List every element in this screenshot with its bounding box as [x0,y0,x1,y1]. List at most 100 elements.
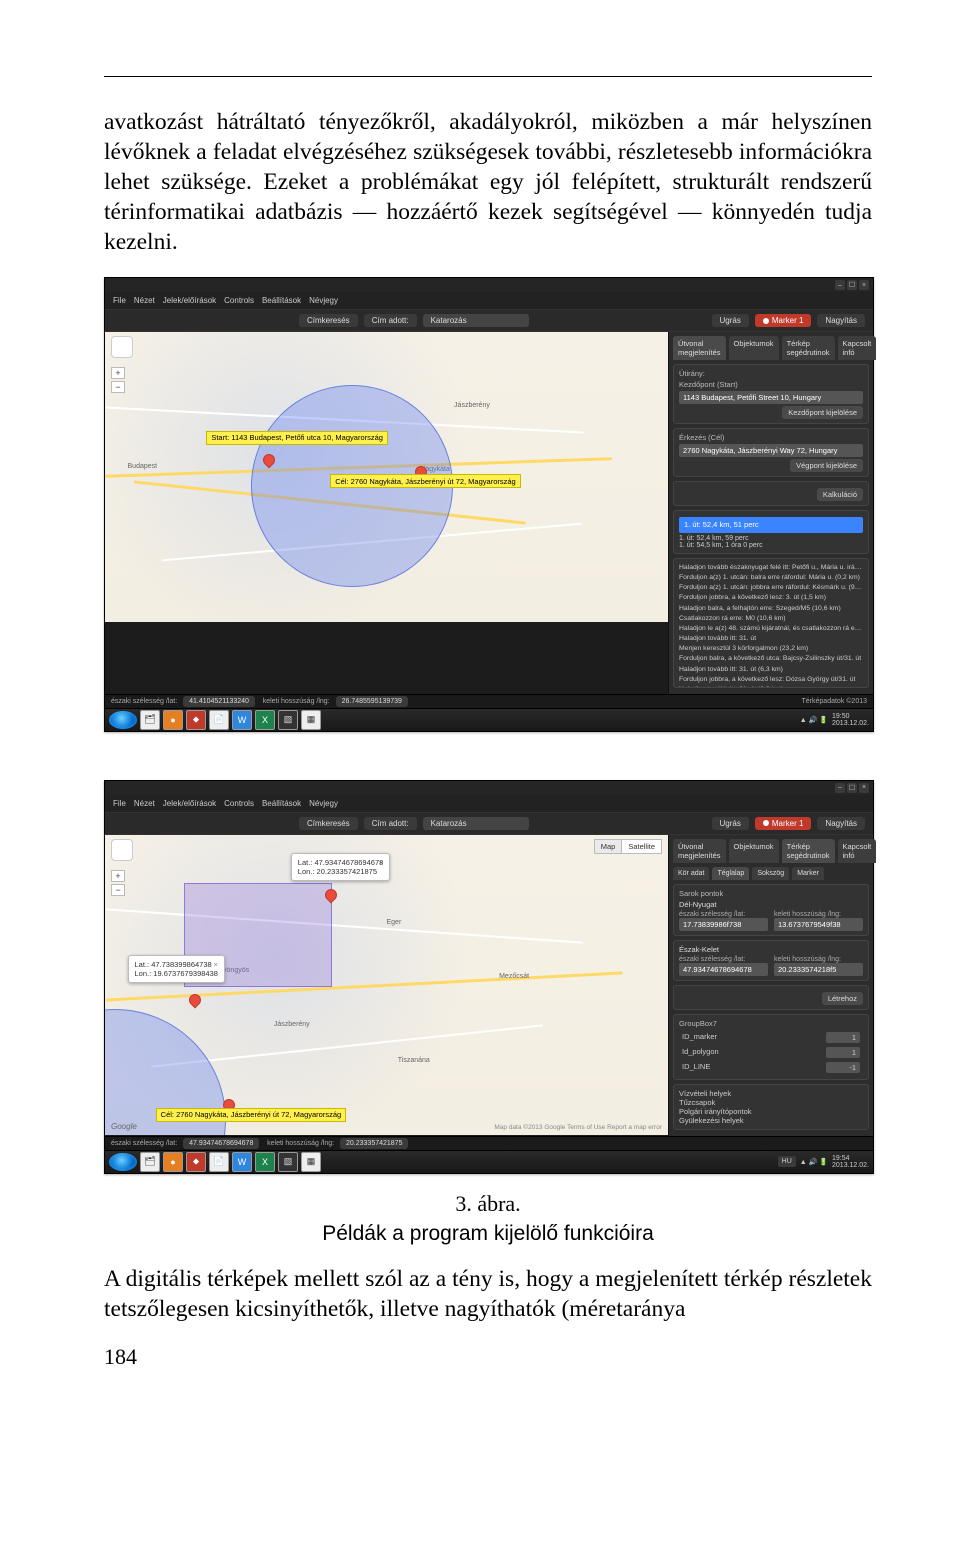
map-canvas[interactable]: Map Satellite + − Eger Gyöngyös Mezőcsát… [105,835,668,1135]
task-explorer-icon[interactable]: 🗂 [140,710,160,730]
direction-step: Forduljon jobbra, a következő lesz: Dózs… [679,675,863,685]
maximize-button[interactable]: ☐ [847,783,857,793]
zoom-out-button[interactable]: − [111,884,125,896]
address-search-input[interactable]: Katarozás [423,314,529,327]
sw-lat-input[interactable]: 17.73839986f738 [679,918,768,931]
subtab-rect[interactable]: Téglalap [712,867,749,880]
pick-end-button[interactable]: Végpont kijelölése [790,459,863,472]
zoom-in-button[interactable]: + [111,367,125,379]
menu-about[interactable]: Névjegy [309,799,338,808]
ne-lng-input[interactable]: 20.2333574218f5 [774,963,863,976]
titlebar: – ☐ × [105,278,873,292]
id-marker-value[interactable]: 1 [826,1032,860,1043]
side-panel: Útvonal megjelenítés Objektumok Térkép s… [668,835,873,1136]
close-button[interactable]: × [859,783,869,793]
layer-item[interactable]: Polgári irányítópontok [679,1107,863,1116]
task-explorer-icon[interactable]: 🗂 [140,1152,160,1172]
task-word-icon[interactable]: W [232,710,252,730]
task-chrome-icon[interactable]: ● [163,710,183,730]
directions-list[interactable]: Haladjon tovább északnyugat felé itt: Pe… [673,558,869,688]
tab-helpers[interactable]: Térkép segédrutinok [782,839,835,863]
layer-item[interactable]: Tűzcsapok [679,1098,863,1107]
task-excel-icon[interactable]: X [255,1152,275,1172]
alt-routes: 1. út: 52,4 km, 59 perc 1. út: 54,5 km, … [679,535,863,549]
task-excel-icon[interactable]: X [255,710,275,730]
start-orb[interactable] [109,711,137,729]
layer-item[interactable]: Gyülekezési helyek [679,1116,863,1125]
address-search-input[interactable]: Katarozás [423,817,529,830]
id-line-value[interactable]: -1 [826,1062,860,1073]
direction-step: Haladjon tovább itt: 31. út (2,2 km) [679,685,863,688]
menu-about[interactable]: Névjegy [309,296,338,305]
tab-objects[interactable]: Objektumok [729,336,779,360]
streetview-icon[interactable] [111,839,133,861]
tab-objects[interactable]: Objektumok [729,839,779,863]
start-orb[interactable] [109,1153,137,1171]
tray-icons[interactable]: ▲ 🔊 🔋 [800,1158,828,1166]
tab-route[interactable]: Útvonal megjelenítés [673,839,726,863]
direction-step: Forduljon a(z) 1. utcán: balra erre ráfo… [679,573,863,583]
task-other-icon[interactable]: ▦ [301,1152,321,1172]
close-button[interactable]: × [859,280,869,290]
ne-lat-input[interactable]: 47.93474678694678 [679,963,768,976]
bottom-label: Cél: 2760 Nagykáta, Jászberényi út 72, M… [156,1108,347,1122]
streetview-icon[interactable] [111,336,133,358]
task-pdf-icon[interactable]: ⬥ [186,1152,206,1172]
map-canvas[interactable]: + − Budapest Nagykáta Jászberény Start: … [105,332,668,622]
subtab-circle[interactable]: Kör adat [673,867,709,880]
task-app-icon[interactable]: ▧ [278,710,298,730]
tab-linked[interactable]: Kapcsolt infó [838,336,877,360]
menu-file[interactable]: File [113,799,126,808]
zoom-out-button[interactable]: − [111,381,125,393]
ne-marker-icon[interactable] [322,886,339,903]
address-given-label: Cím adott: [364,817,417,830]
language-indicator[interactable]: HU [778,1156,796,1167]
minimize-button[interactable]: – [835,280,845,290]
task-word-icon[interactable]: W [232,1152,252,1172]
toolbar: Címkeresés Cím adott: Katarozás Ugrás Ma… [105,310,873,332]
task-chrome-icon[interactable]: ● [163,1152,183,1172]
start-marker-icon[interactable] [260,452,277,469]
id-polygon-value[interactable]: 1 [826,1047,860,1058]
menu-signs[interactable]: Jelek/előírások [163,799,216,808]
sw-lng-input[interactable]: 13.6737679549f38 [774,918,863,931]
subtab-polygon[interactable]: Sokszög [752,867,789,880]
end-input[interactable]: 2760 Nagykáta, Jászberényi Way 72, Hunga… [679,444,863,457]
close-icon[interactable]: × [214,960,218,969]
task-libre-icon[interactable]: 📄 [209,1152,229,1172]
pick-start-button[interactable]: Kezdőpont kijelölése [782,406,863,419]
sw-marker-icon[interactable] [187,991,204,1008]
marker-button[interactable]: Marker 1 [755,817,812,830]
tab-helpers[interactable]: Térkép segédrutinok [782,336,835,360]
menu-view[interactable]: Nézet [134,799,155,808]
tab-linked[interactable]: Kapcsolt infó [838,839,877,863]
menu-controls[interactable]: Controls [224,296,254,305]
maptype-satellite[interactable]: Satellite [622,839,662,854]
task-pdf-icon[interactable]: ⬥ [186,710,206,730]
layer-item[interactable]: Vízvételi helyek [679,1089,863,1098]
start-input[interactable]: 1143 Budapest, Petőfi Street 10, Hungary [679,391,863,404]
maptype-map[interactable]: Map [594,839,623,854]
create-button[interactable]: Létrehoz [822,992,863,1005]
task-libre-icon[interactable]: 📄 [209,710,229,730]
menu-settings[interactable]: Beállítások [262,799,301,808]
minimize-button[interactable]: – [835,783,845,793]
direction-step: Forduljon a(z) 1. utcán: jobbra erre ráf… [679,583,863,593]
marker-button[interactable]: Marker 1 [755,314,812,327]
menu-settings[interactable]: Beállítások [262,296,301,305]
selected-route[interactable]: 1. út: 52,4 km, 51 perc [679,517,863,532]
menu-view[interactable]: Nézet [134,296,155,305]
jump-button[interactable]: Ugrás [712,817,749,830]
jump-button[interactable]: Ugrás [712,314,749,327]
menu-signs[interactable]: Jelek/előírások [163,296,216,305]
maximize-button[interactable]: ☐ [847,280,857,290]
menu-controls[interactable]: Controls [224,799,254,808]
task-other-icon[interactable]: ▦ [301,710,321,730]
calculate-button[interactable]: Kalkuláció [817,488,863,501]
zoom-in-button[interactable]: + [111,870,125,882]
task-app-icon[interactable]: ▧ [278,1152,298,1172]
tray-icons[interactable]: ▲ 🔊 🔋 [800,716,828,724]
menu-file[interactable]: File [113,296,126,305]
tab-route[interactable]: Útvonal megjelenítés [673,336,726,360]
subtab-marker[interactable]: Marker [792,867,824,880]
